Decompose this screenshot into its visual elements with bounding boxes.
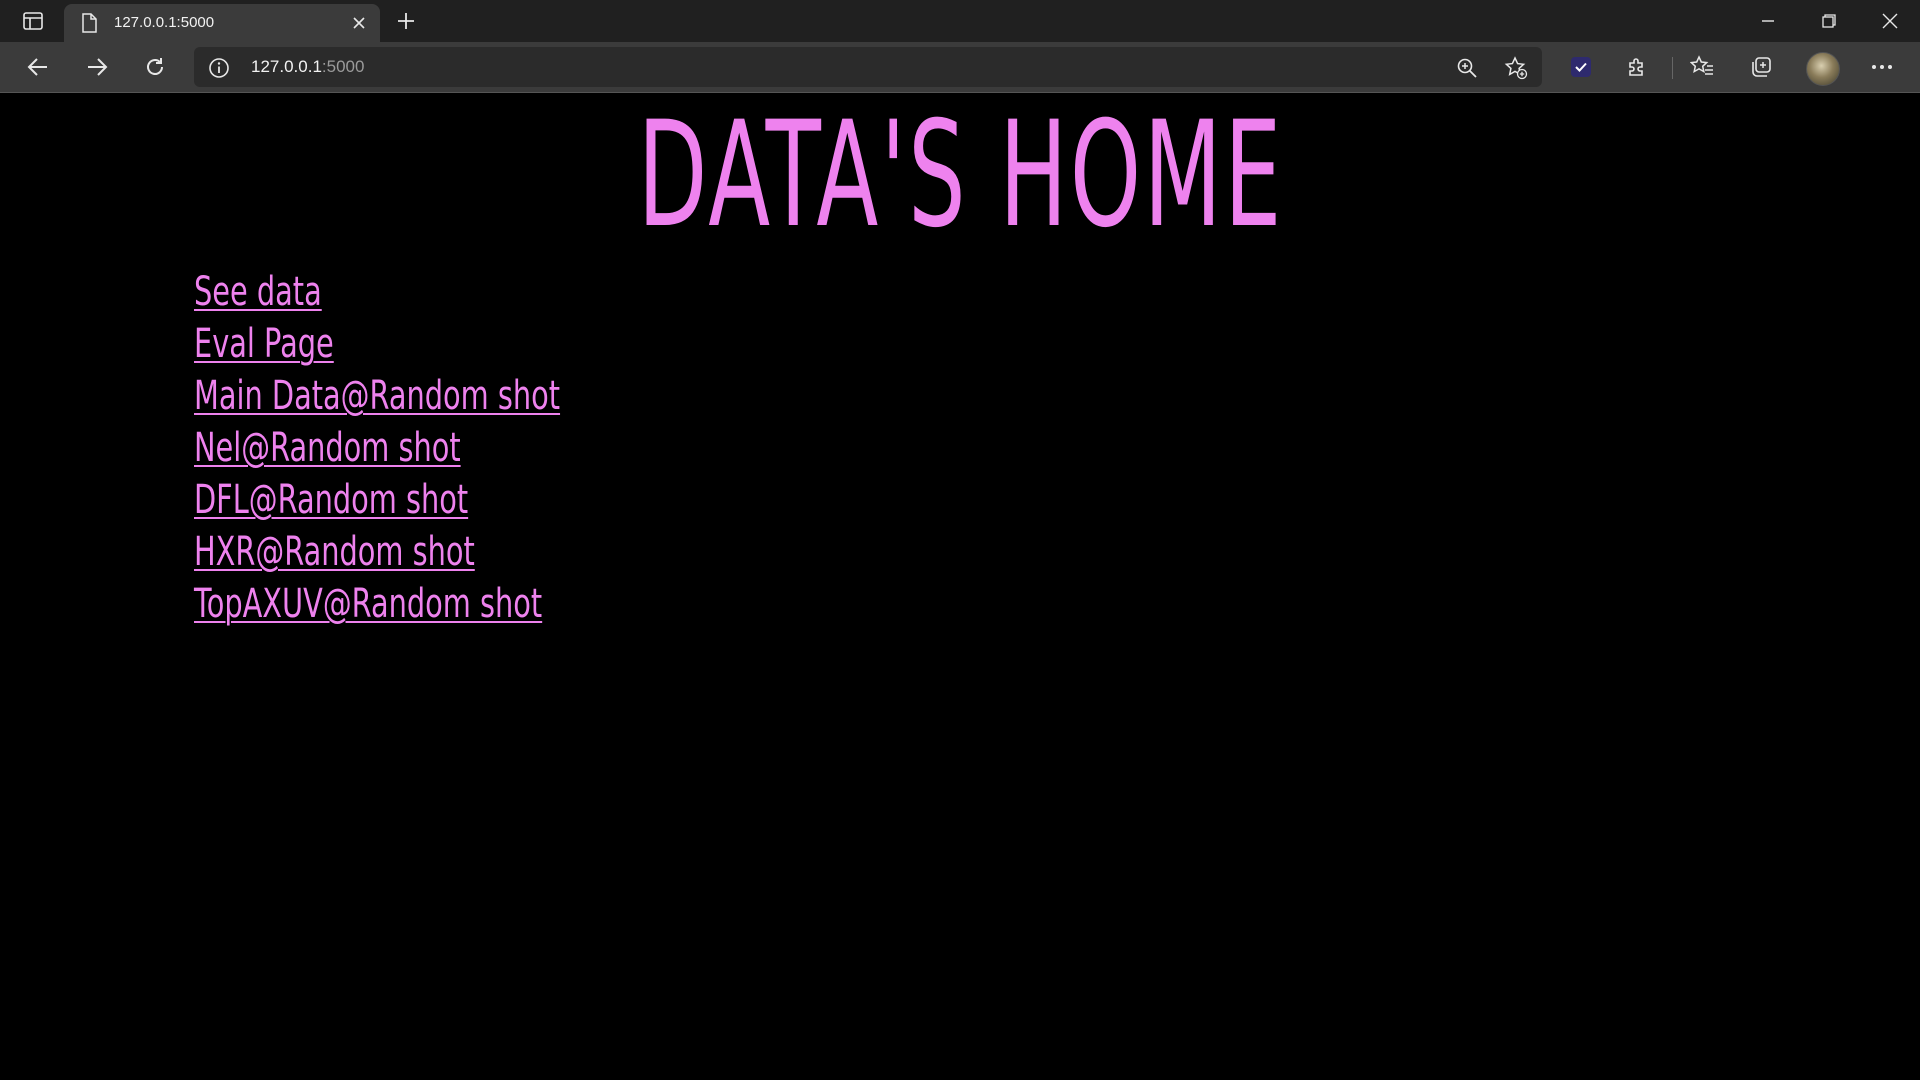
page-icon bbox=[80, 13, 98, 33]
plus-icon[interactable] bbox=[390, 8, 422, 34]
url-host: 127.0.0.1 bbox=[251, 57, 322, 76]
browser-toolbar: 127.0.0.1:5000 bbox=[0, 42, 1920, 93]
link-list: See data Eval Page Main Data@Random shot… bbox=[194, 266, 702, 630]
star-add-icon[interactable] bbox=[1503, 55, 1529, 81]
profile-avatar[interactable] bbox=[1806, 52, 1840, 86]
address-bar[interactable]: 127.0.0.1:5000 bbox=[194, 47, 1542, 87]
zoom-icon[interactable] bbox=[1454, 55, 1480, 81]
tab-bar: 127.0.0.1:5000 bbox=[0, 0, 1920, 42]
toolbar-divider bbox=[1672, 57, 1673, 79]
link-hxr-random-shot[interactable]: HXR@Random shot bbox=[194, 526, 475, 578]
arrow-right-icon[interactable] bbox=[79, 50, 115, 84]
tab-title: 127.0.0.1:5000 bbox=[114, 14, 215, 31]
page-content: DATA'S HOME See data Eval Page Main Data… bbox=[0, 93, 1920, 1080]
minimize-icon[interactable] bbox=[1738, 0, 1798, 42]
browser-tab[interactable]: 127.0.0.1:5000 bbox=[64, 4, 380, 42]
close-icon[interactable] bbox=[1860, 0, 1920, 42]
info-icon[interactable] bbox=[208, 57, 230, 79]
list-item: Main Data@Random shot bbox=[194, 370, 702, 422]
url-port: :5000 bbox=[321, 57, 365, 76]
list-item: HXR@Random shot bbox=[194, 526, 702, 578]
ellipsis-icon[interactable] bbox=[1866, 51, 1898, 83]
restore-icon[interactable] bbox=[1799, 0, 1859, 42]
list-item: Nel@Random shot bbox=[194, 422, 702, 474]
browser-chrome: 127.0.0.1:5000 127.0.0.1:5000 bbox=[0, 0, 1920, 93]
checkmark-extension-icon[interactable] bbox=[1565, 51, 1597, 83]
puzzle-icon[interactable] bbox=[1622, 51, 1654, 83]
list-item: DFL@Random shot bbox=[194, 474, 702, 526]
list-item: TopAXUV@Random shot bbox=[194, 578, 702, 630]
list-item: See data bbox=[194, 266, 702, 318]
url-text[interactable]: 127.0.0.1:5000 bbox=[251, 57, 364, 77]
link-dfl-random-shot[interactable]: DFL@Random shot bbox=[194, 474, 468, 526]
list-item: Eval Page bbox=[194, 318, 702, 370]
page-title: DATA'S HOME bbox=[637, 90, 1284, 260]
link-eval-page[interactable]: Eval Page bbox=[194, 318, 334, 370]
collections-icon[interactable] bbox=[1745, 51, 1777, 83]
tab-actions-icon[interactable] bbox=[18, 9, 48, 33]
reload-icon[interactable] bbox=[137, 50, 173, 84]
link-nel-random-shot[interactable]: Nel@Random shot bbox=[194, 422, 461, 474]
favorites-icon[interactable] bbox=[1686, 51, 1718, 83]
link-topaxuv-random-shot[interactable]: TopAXUV@Random shot bbox=[194, 578, 542, 630]
close-tab-icon[interactable] bbox=[348, 12, 370, 34]
arrow-left-icon[interactable] bbox=[20, 50, 56, 84]
link-see-data[interactable]: See data bbox=[194, 266, 322, 318]
link-main-data-random-shot[interactable]: Main Data@Random shot bbox=[194, 370, 560, 422]
